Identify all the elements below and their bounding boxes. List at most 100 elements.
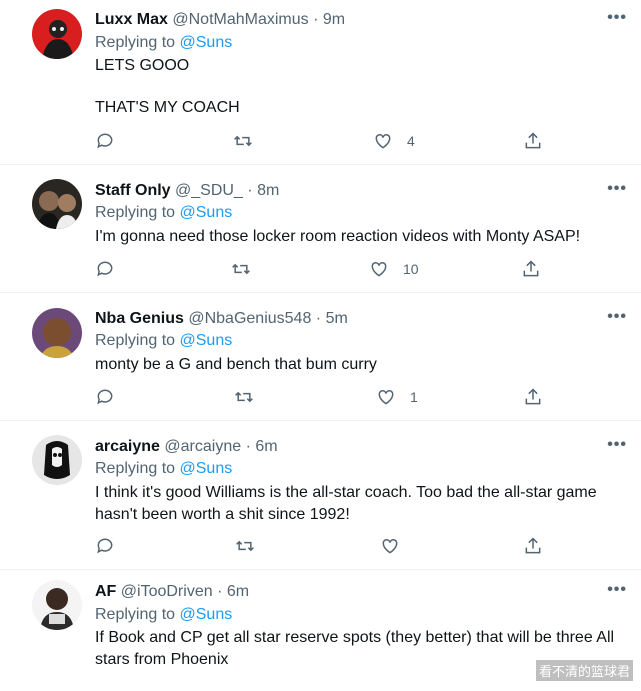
user-handle[interactable]: @arcaiyne — [164, 438, 241, 455]
replying-label: Replying to — [95, 204, 176, 221]
user-handle[interactable]: @iTooDriven — [121, 583, 213, 600]
share-icon — [525, 132, 541, 149]
retweet-icon — [232, 263, 250, 275]
like-button[interactable]: 1 — [376, 387, 418, 407]
tweet-header: AF @iTooDriven · 6m — [95, 582, 249, 602]
tweet-text: LETS GOOO THAT'S MY COACH — [95, 55, 615, 119]
mention-link[interactable]: @Suns — [180, 460, 233, 477]
retweet-icon — [236, 540, 254, 552]
tweet-header: Luxx Max @NotMahMaximus · 9m — [95, 10, 345, 30]
replying-to: Replying to @Suns — [95, 605, 232, 625]
tweet-header: arcaiyne @arcaiyne · 6m — [95, 437, 278, 457]
user-handle[interactable]: @NotMahMaximus — [172, 11, 308, 28]
like-count: 4 — [407, 133, 415, 149]
watermark: 看不清的篮球君 — [535, 660, 633, 681]
avatar[interactable] — [32, 179, 82, 229]
display-name[interactable]: arcaiyne — [95, 438, 160, 455]
share-icon — [525, 537, 541, 554]
retweet-button[interactable] — [233, 131, 253, 151]
more-icon[interactable]: ••• — [607, 436, 627, 454]
like-icon — [382, 538, 398, 554]
share-button[interactable] — [523, 387, 543, 407]
like-button[interactable]: 10 — [369, 259, 419, 279]
reply-button[interactable] — [95, 387, 115, 407]
timestamp[interactable]: 9m — [323, 11, 345, 28]
retweet-button[interactable] — [231, 259, 251, 279]
retweet-icon — [235, 391, 253, 403]
more-icon[interactable]: ••• — [607, 9, 627, 27]
reply-icon — [97, 538, 113, 554]
tweet-line: I'm gonna need those locker room reactio… — [95, 228, 581, 245]
separator: · — [245, 438, 251, 455]
mention-link[interactable]: @Suns — [180, 204, 233, 221]
share-button[interactable] — [523, 131, 543, 151]
user-handle[interactable]: @NbaGenius548 — [188, 310, 311, 327]
tweet-line: If Book and CP get all star reserve spot… — [95, 629, 615, 646]
tweet-actions: 10 — [95, 259, 555, 283]
tweet[interactable]: arcaiyne @arcaiyne · 6m ••• Replying to … — [0, 421, 641, 570]
display-name[interactable]: AF — [95, 583, 116, 600]
share-icon — [525, 388, 541, 405]
tweet-actions: 4 — [95, 131, 555, 155]
retweet-icon — [234, 135, 252, 147]
timestamp[interactable]: 6m — [255, 438, 277, 455]
retweet-button[interactable] — [235, 536, 255, 556]
reply-icon — [97, 261, 113, 277]
display-name[interactable]: Staff Only — [95, 182, 171, 199]
timestamp[interactable]: 8m — [257, 182, 279, 199]
replying-to: Replying to @Suns — [95, 203, 232, 223]
like-icon — [371, 261, 387, 277]
separator: · — [217, 583, 223, 600]
timestamp[interactable]: 5m — [326, 310, 348, 327]
reply-button[interactable] — [95, 131, 115, 151]
more-icon[interactable]: ••• — [607, 180, 627, 198]
replying-label: Replying to — [95, 332, 176, 349]
tweet-actions — [95, 536, 555, 560]
tweet-actions: 1 — [95, 387, 555, 411]
retweet-button[interactable] — [234, 387, 254, 407]
reply-button[interactable] — [95, 536, 115, 556]
tweet-feed: Luxx Max @NotMahMaximus · 9m ••• Replyin… — [0, 0, 641, 691]
mention-link[interactable]: @Suns — [180, 332, 233, 349]
replying-to: Replying to @Suns — [95, 33, 232, 53]
tweet[interactable]: Nba Genius @NbaGenius548 · 5m ••• Replyi… — [0, 293, 641, 421]
reply-icon — [97, 389, 113, 405]
replying-label: Replying to — [95, 34, 176, 51]
like-button[interactable] — [380, 536, 400, 556]
share-button[interactable] — [521, 259, 541, 279]
separator: · — [247, 182, 253, 199]
like-icon — [375, 133, 391, 149]
avatar[interactable] — [32, 580, 82, 630]
tweet-header: Nba Genius @NbaGenius548 · 5m — [95, 309, 348, 329]
share-icon — [523, 260, 539, 277]
avatar[interactable] — [32, 9, 82, 59]
tweet-text: monty be a G and bench that bum curry — [95, 354, 615, 376]
user-handle[interactable]: @_SDU_ — [175, 182, 243, 199]
tweet[interactable]: Luxx Max @NotMahMaximus · 9m ••• Replyin… — [0, 0, 641, 165]
tweet-header: Staff Only @_SDU_ · 8m — [95, 181, 279, 201]
timestamp[interactable]: 6m — [227, 583, 249, 600]
tweet-line: I think it's good Williams is the all-st… — [95, 484, 597, 501]
more-icon[interactable]: ••• — [607, 581, 627, 599]
replying-label: Replying to — [95, 460, 176, 477]
like-icon — [378, 389, 394, 405]
tweet[interactable]: Staff Only @_SDU_ · 8m ••• Replying to @… — [0, 165, 641, 293]
separator: · — [315, 310, 322, 327]
more-icon[interactable]: ••• — [607, 308, 627, 326]
display-name[interactable]: Nba Genius — [95, 310, 184, 327]
avatar[interactable] — [32, 435, 82, 485]
mention-link[interactable]: @Suns — [180, 34, 233, 51]
like-button[interactable]: 4 — [373, 131, 415, 151]
separator: · — [313, 11, 319, 28]
replying-to: Replying to @Suns — [95, 459, 232, 479]
tweet-text: I'm gonna need those locker room reactio… — [95, 226, 615, 248]
avatar[interactable] — [32, 308, 82, 358]
share-button[interactable] — [523, 536, 543, 556]
like-count: 1 — [410, 389, 418, 405]
reply-icon — [97, 133, 113, 149]
tweet-text: I think it's good Williams is the all-st… — [95, 482, 615, 526]
mention-link[interactable]: @Suns — [180, 606, 233, 623]
tweet-line: LETS GOOO — [95, 57, 190, 74]
reply-button[interactable] — [95, 259, 115, 279]
display-name[interactable]: Luxx Max — [95, 11, 168, 28]
